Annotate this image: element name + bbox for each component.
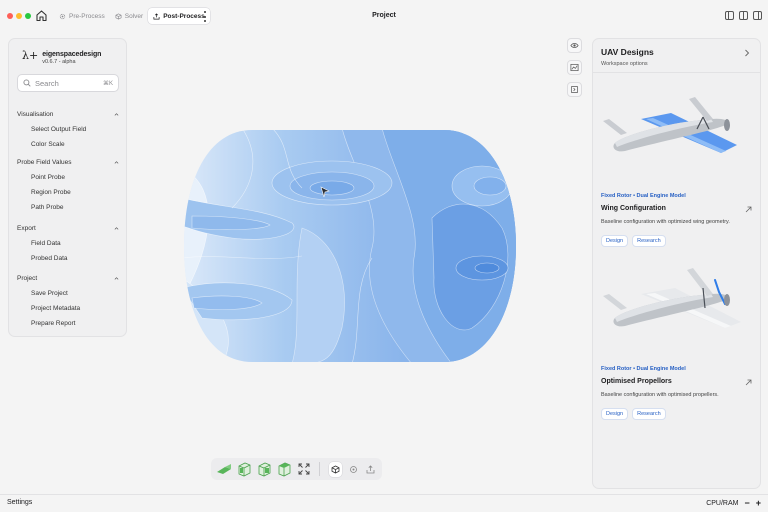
card-chips: Design Research <box>601 408 666 420</box>
visibility-toggle-button[interactable] <box>567 38 582 53</box>
card-tag: Fixed Rotor • Dual Engine Model <box>601 193 686 199</box>
view-side-button[interactable] <box>277 461 292 477</box>
layout-controls <box>725 11 762 20</box>
view-iso-button[interactable] <box>216 461 232 477</box>
chip-design[interactable]: Design <box>601 235 629 247</box>
plus-icon[interactable]: + <box>756 498 761 508</box>
open-external-icon[interactable] <box>745 206 752 213</box>
section-export: Export Field Data Probed Data <box>17 223 119 266</box>
sidebar-item-save-project[interactable]: Save Project <box>17 286 119 301</box>
section-header-project[interactable]: Project <box>17 273 119 283</box>
right-panel: UAV Designs Workspace options Fixed Roto… <box>592 38 761 489</box>
orbit-icon <box>349 465 357 473</box>
panel-subtitle: Workspace options <box>601 61 648 67</box>
view-top-button[interactable] <box>257 461 272 477</box>
split-view-icon[interactable] <box>739 11 748 20</box>
sidebar-item-path-probe[interactable]: Path Probe <box>17 200 119 215</box>
view-front-icon <box>238 462 251 476</box>
section-title: Probe Field Values <box>17 158 72 166</box>
resource-monitor: CPU/RAM − + <box>706 498 761 508</box>
open-external-icon[interactable] <box>745 379 752 386</box>
uav-wing-image <box>603 97 737 153</box>
section-header-export[interactable]: Export <box>17 223 119 233</box>
brand-name: eigenspacedesign <box>42 51 102 58</box>
search-icon <box>23 79 31 87</box>
sidebar-item-select-output-field[interactable]: Select Output Field <box>17 122 119 137</box>
sidebar-item-region-probe[interactable]: Region Probe <box>17 185 119 200</box>
uav-propeller-image <box>603 268 741 328</box>
sidebar-item-point-probe[interactable]: Point Probe <box>17 170 119 185</box>
search-shortcut: ⌘K <box>102 80 113 87</box>
cursor-pointer-icon <box>320 186 330 198</box>
section-probe-field-values: Probe Field Values Point Probe Region Pr… <box>17 157 119 215</box>
project-title: Project <box>372 12 396 19</box>
app-version: v0.6.7 - alpha <box>42 59 76 65</box>
chevron-up-icon <box>114 226 119 230</box>
right-sidebar-toggle-icon[interactable] <box>753 11 762 20</box>
section-title: Project <box>17 274 38 282</box>
chip-research[interactable]: Research <box>632 235 666 247</box>
graph-icon <box>570 63 579 72</box>
view-side-icon <box>278 462 291 476</box>
fit-view-icon <box>298 463 310 475</box>
chip-design[interactable]: Design <box>601 408 629 420</box>
chevron-up-icon <box>114 112 119 116</box>
card-title: Optimised Propellors <box>601 378 672 385</box>
status-bar: Settings CPU/RAM − + <box>0 494 768 512</box>
sidebar-item-probed-data[interactable]: Probed Data <box>17 251 119 266</box>
panel-title: UAV Designs <box>601 47 654 57</box>
panel-header: UAV Designs Workspace options <box>601 47 654 67</box>
chevron-up-icon <box>114 276 119 280</box>
chevron-up-icon <box>114 160 119 164</box>
select-mode-button[interactable] <box>329 461 342 477</box>
card-description: Baseline configuration with optimised pr… <box>601 392 719 398</box>
section-visualisation: Visualisation Select Output Field Color … <box>17 109 119 152</box>
toolbar-divider <box>319 462 321 476</box>
minus-icon[interactable]: − <box>744 498 749 508</box>
card-title: Wing Configuration <box>601 205 666 212</box>
chevron-right-icon[interactable] <box>744 49 750 57</box>
brand-logo: λ+ <box>22 49 39 62</box>
section-project: Project Save Project Project Metadata Pr… <box>17 273 119 331</box>
section-header-probe-field-values[interactable]: Probe Field Values <box>17 157 119 167</box>
chip-research[interactable]: Research <box>632 408 666 420</box>
view-toolbar <box>211 458 382 480</box>
cpu-ram-label[interactable]: CPU/RAM <box>706 500 738 507</box>
panel-icon <box>570 85 579 94</box>
sidebar-item-prepare-report[interactable]: Prepare Report <box>17 316 119 331</box>
contour-field-visualization[interactable] <box>182 128 518 364</box>
left-sidebar: λ+ eigenspacedesign v0.6.7 - alpha Searc… <box>8 38 127 337</box>
sidebar-item-color-scale[interactable]: Color Scale <box>17 137 119 152</box>
section-title: Export <box>17 224 36 232</box>
left-sidebar-toggle-icon[interactable] <box>725 11 734 20</box>
upload-icon <box>366 464 375 473</box>
sidebar-item-field-data[interactable]: Field Data <box>17 236 119 251</box>
search-placeholder: Search <box>35 78 59 88</box>
view-iso-icon <box>217 464 231 474</box>
section-title: Visualisation <box>17 110 54 118</box>
fit-view-button[interactable] <box>297 461 310 477</box>
title-bar: Pre-Process Solver Post-Process Project <box>0 0 768 32</box>
upload-button[interactable] <box>364 462 377 477</box>
graph-view-button[interactable] <box>567 60 582 75</box>
panel-toggle-button[interactable] <box>567 82 582 97</box>
brand: λ+ eigenspacedesign v0.6.7 - alpha <box>22 46 101 65</box>
card-chips: Design Research <box>601 235 666 247</box>
card-tag: Fixed Rotor • Dual Engine Model <box>601 366 686 372</box>
view-tools <box>567 38 582 97</box>
settings-button[interactable]: Settings <box>7 499 32 506</box>
orbit-button[interactable] <box>347 462 360 477</box>
section-header-visualisation[interactable]: Visualisation <box>17 109 119 119</box>
card-description: Baseline configuration with optimized wi… <box>601 219 730 225</box>
sidebar-item-project-metadata[interactable]: Project Metadata <box>17 301 119 316</box>
select-mode-icon <box>331 465 340 473</box>
divider <box>593 72 760 73</box>
search-input[interactable]: Search ⌘K <box>17 74 119 92</box>
view-front-button[interactable] <box>237 461 252 477</box>
eye-icon <box>570 43 579 48</box>
view-top-icon <box>258 462 271 476</box>
